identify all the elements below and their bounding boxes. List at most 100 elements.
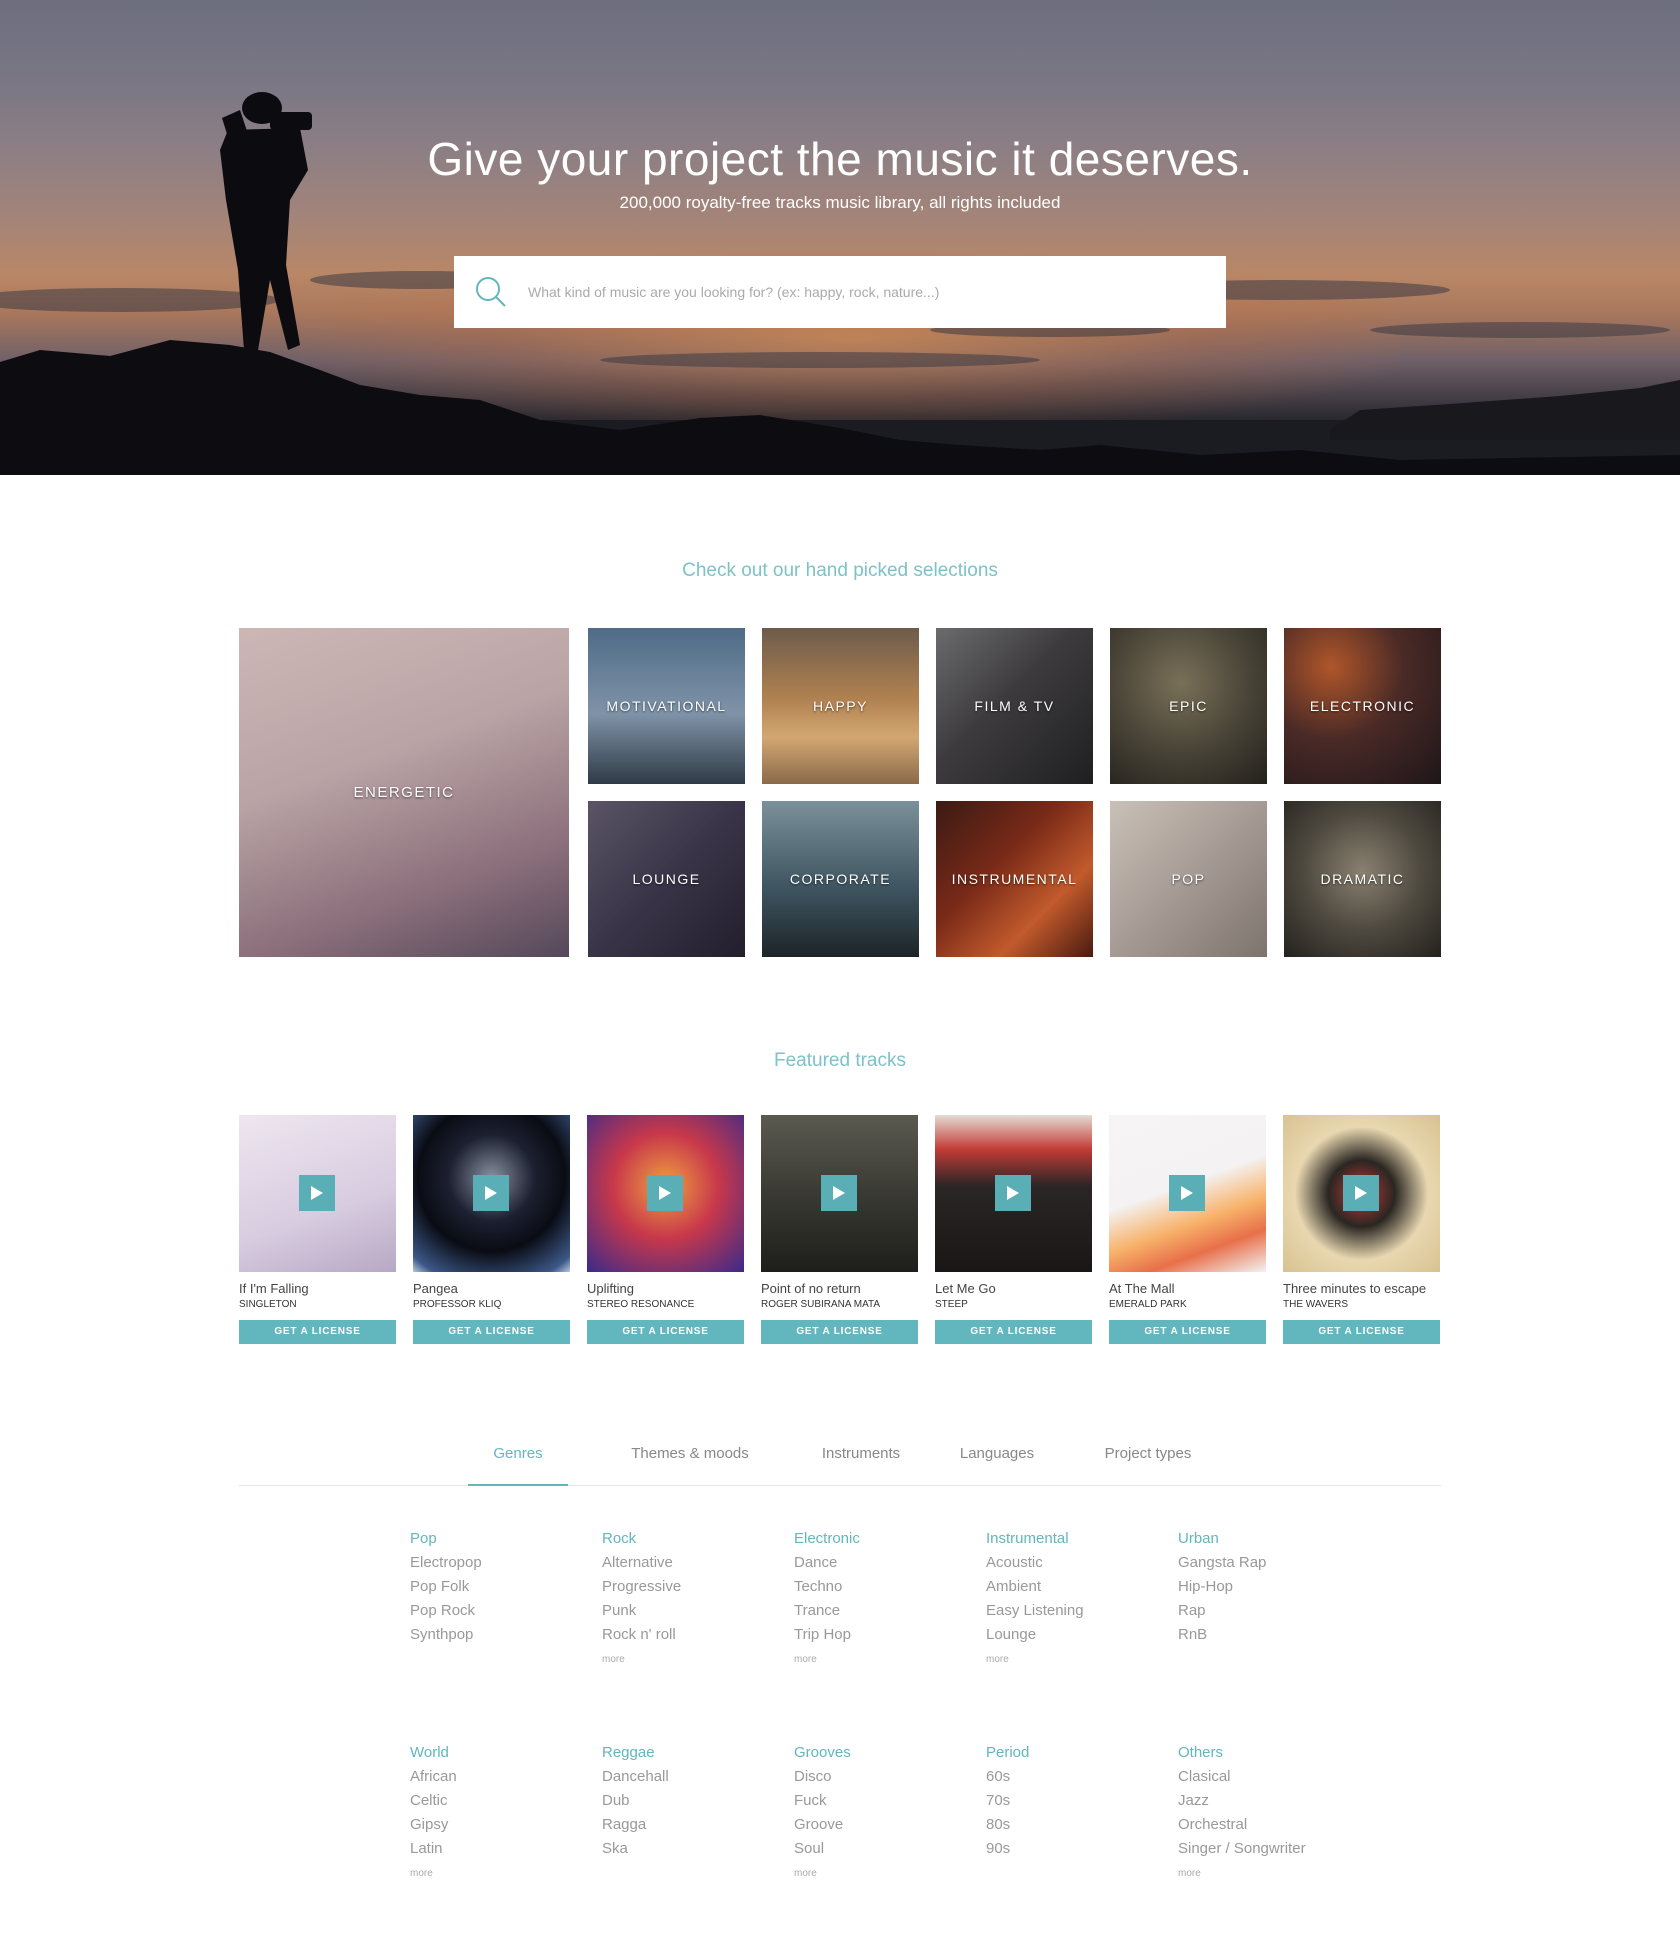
genre-item[interactable]: Disco	[794, 1768, 974, 1792]
more-link[interactable]: more	[794, 1654, 974, 1665]
genre-item[interactable]: Trip Hop	[794, 1626, 974, 1650]
genre-heading[interactable]: Instrumental	[986, 1530, 1166, 1554]
search-icon[interactable]	[454, 256, 528, 328]
genre-item[interactable]: Electropop	[410, 1554, 590, 1578]
genre-item[interactable]: Celtic	[410, 1792, 590, 1816]
genre-item[interactable]: Latin	[410, 1840, 590, 1864]
tab-instruments[interactable]: Instruments	[806, 1424, 916, 1486]
genre-item[interactable]: Pop Rock	[410, 1602, 590, 1626]
selection-tile-instrumental[interactable]: Instrumental	[936, 801, 1093, 957]
genre-item[interactable]: Ambient	[986, 1578, 1166, 1602]
genre-heading[interactable]: Electronic	[794, 1530, 974, 1554]
genre-heading[interactable]: Grooves	[794, 1744, 974, 1768]
genre-item[interactable]: African	[410, 1768, 590, 1792]
tab-genres[interactable]: Genres	[468, 1424, 568, 1486]
track-title[interactable]: Pangea	[413, 1281, 570, 1296]
get-license-button[interactable]: GET A LICENSE	[935, 1320, 1092, 1344]
genre-item[interactable]: Trance	[794, 1602, 974, 1626]
get-license-button[interactable]: GET A LICENSE	[239, 1320, 396, 1344]
selection-tile-energetic[interactable]: Energetic	[239, 628, 569, 957]
genre-heading[interactable]: World	[410, 1744, 590, 1768]
track-artist[interactable]: PROFESSOR KLIQ	[413, 1299, 570, 1310]
track-title[interactable]: At The Mall	[1109, 1281, 1266, 1296]
genre-item[interactable]: Jazz	[1178, 1792, 1358, 1816]
genre-item[interactable]: Acoustic	[986, 1554, 1166, 1578]
genre-item[interactable]: Rap	[1178, 1602, 1358, 1626]
play-button[interactable]	[821, 1175, 857, 1211]
track-artist[interactable]: SINGLETON	[239, 1299, 396, 1310]
get-license-button[interactable]: GET A LICENSE	[1283, 1320, 1440, 1344]
play-button[interactable]	[995, 1175, 1031, 1211]
selection-tile-happy[interactable]: Happy	[762, 628, 919, 784]
genre-item[interactable]: Ska	[602, 1840, 782, 1864]
genre-item[interactable]: Gipsy	[410, 1816, 590, 1840]
track-title[interactable]: Three minutes to escape	[1283, 1281, 1440, 1296]
genre-heading[interactable]: Reggae	[602, 1744, 782, 1768]
track-title[interactable]: If I'm Falling	[239, 1281, 396, 1296]
track-artist[interactable]: THE WAVERS	[1283, 1299, 1440, 1310]
selection-tile-lounge[interactable]: Lounge	[588, 801, 745, 957]
get-license-button[interactable]: GET A LICENSE	[587, 1320, 744, 1344]
genre-item[interactable]: 90s	[986, 1840, 1166, 1864]
genre-item[interactable]: Fuck	[794, 1792, 974, 1816]
search-input[interactable]	[528, 256, 1226, 328]
get-license-button[interactable]: GET A LICENSE	[1109, 1320, 1266, 1344]
genre-item[interactable]: 60s	[986, 1768, 1166, 1792]
play-button[interactable]	[473, 1175, 509, 1211]
track-artist[interactable]: STEREO RESONANCE	[587, 1299, 744, 1310]
more-link[interactable]: more	[602, 1654, 782, 1665]
genre-item[interactable]: Pop Folk	[410, 1578, 590, 1602]
genre-item[interactable]: Rock n' roll	[602, 1626, 782, 1650]
genre-item[interactable]: Dance	[794, 1554, 974, 1578]
genre-item[interactable]: Ragga	[602, 1816, 782, 1840]
genre-item[interactable]: Soul	[794, 1840, 974, 1864]
genre-heading[interactable]: Period	[986, 1744, 1166, 1768]
tab-languages[interactable]: Languages	[947, 1424, 1047, 1486]
more-link[interactable]: more	[794, 1868, 974, 1879]
selection-tile-pop[interactable]: Pop	[1110, 801, 1267, 957]
genre-item[interactable]: Hip-Hop	[1178, 1578, 1358, 1602]
play-button[interactable]	[299, 1175, 335, 1211]
genre-heading[interactable]: Rock	[602, 1530, 782, 1554]
genre-item[interactable]: Alternative	[602, 1554, 782, 1578]
play-button[interactable]	[1343, 1175, 1379, 1211]
track-title[interactable]: Point of no return	[761, 1281, 918, 1296]
genre-item[interactable]: Techno	[794, 1578, 974, 1602]
genre-item[interactable]: Dub	[602, 1792, 782, 1816]
play-button[interactable]	[1169, 1175, 1205, 1211]
track-artist[interactable]: ROGER SUBIRANA MATA	[761, 1299, 918, 1310]
genre-item[interactable]: Groove	[794, 1816, 974, 1840]
selection-tile-motivational[interactable]: Motivational	[588, 628, 745, 784]
genre-item[interactable]: RnB	[1178, 1626, 1358, 1650]
genre-item[interactable]: Punk	[602, 1602, 782, 1626]
genre-item[interactable]: Progressive	[602, 1578, 782, 1602]
selection-tile-corporate[interactable]: Corporate	[762, 801, 919, 957]
get-license-button[interactable]: GET A LICENSE	[413, 1320, 570, 1344]
tab-project-types[interactable]: Project types	[1088, 1424, 1208, 1486]
genre-item[interactable]: Lounge	[986, 1626, 1166, 1650]
genre-item[interactable]: Easy Listening	[986, 1602, 1166, 1626]
tab-themes-moods[interactable]: Themes & moods	[619, 1424, 761, 1486]
selection-tile-film-tv[interactable]: Film & TV	[936, 628, 1093, 784]
genre-heading[interactable]: Urban	[1178, 1530, 1358, 1554]
selection-tile-electronic[interactable]: Electronic	[1284, 628, 1441, 784]
more-link[interactable]: more	[1178, 1868, 1358, 1879]
genre-item[interactable]: Orchestral	[1178, 1816, 1358, 1840]
more-link[interactable]: more	[986, 1654, 1166, 1665]
genre-item[interactable]: Synthpop	[410, 1626, 590, 1650]
genre-heading[interactable]: Others	[1178, 1744, 1358, 1768]
play-button[interactable]	[647, 1175, 683, 1211]
genre-item[interactable]: Clasical	[1178, 1768, 1358, 1792]
track-title[interactable]: Let Me Go	[935, 1281, 1092, 1296]
genre-item[interactable]: 70s	[986, 1792, 1166, 1816]
genre-item[interactable]: Singer / Songwriter	[1178, 1840, 1358, 1864]
track-title[interactable]: Uplifting	[587, 1281, 744, 1296]
genre-item[interactable]: Dancehall	[602, 1768, 782, 1792]
get-license-button[interactable]: GET A LICENSE	[761, 1320, 918, 1344]
genre-item[interactable]: Gangsta Rap	[1178, 1554, 1358, 1578]
track-artist[interactable]: STEEP	[935, 1299, 1092, 1310]
genre-item[interactable]: 80s	[986, 1816, 1166, 1840]
selection-tile-epic[interactable]: Epic	[1110, 628, 1267, 784]
selection-tile-dramatic[interactable]: Dramatic	[1284, 801, 1441, 957]
track-artist[interactable]: EMERALD PARK	[1109, 1299, 1266, 1310]
